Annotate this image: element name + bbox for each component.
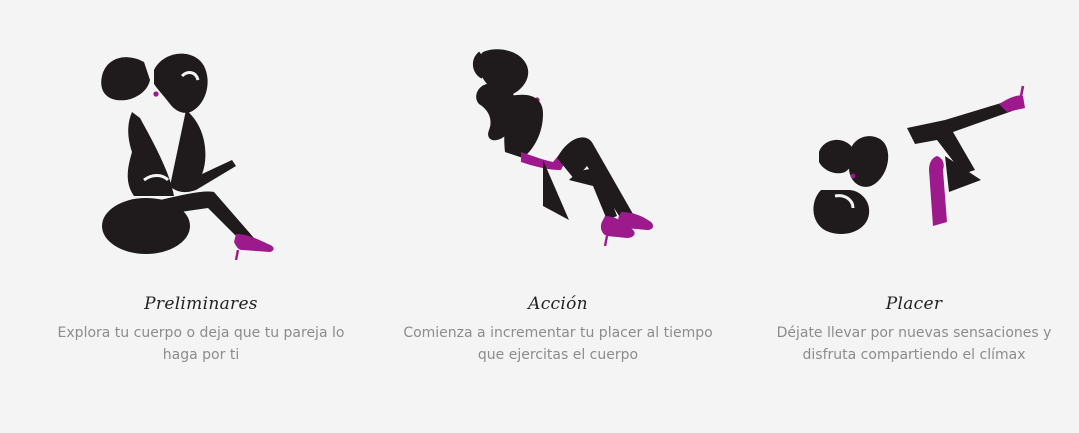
feature-description: Déjate llevar por nuevas sensaciones y d… [776, 325, 1052, 363]
feature-accion: Acción Comienza a incrementar tu placer … [393, 0, 723, 433]
kissing-couple-icon [36, 40, 366, 260]
features-section: Preliminares Explora tu cuerpo o deja qu… [0, 0, 1079, 433]
feature-title: Preliminares [144, 294, 258, 314]
feature-preliminares: Preliminares Explora tu cuerpo o deja qu… [36, 0, 366, 433]
feature-placer: Placer Déjate llevar por nuevas sensacio… [749, 0, 1079, 433]
reclining-couple-icon [393, 40, 723, 260]
legs-up-couple-icon [749, 40, 1079, 260]
feature-title: Acción [528, 294, 588, 314]
feature-title: Placer [885, 294, 943, 314]
feature-description: Explora tu cuerpo o deja que tu pareja l… [57, 325, 345, 363]
feature-description: Comienza a incrementar tu placer al tiem… [403, 325, 713, 363]
